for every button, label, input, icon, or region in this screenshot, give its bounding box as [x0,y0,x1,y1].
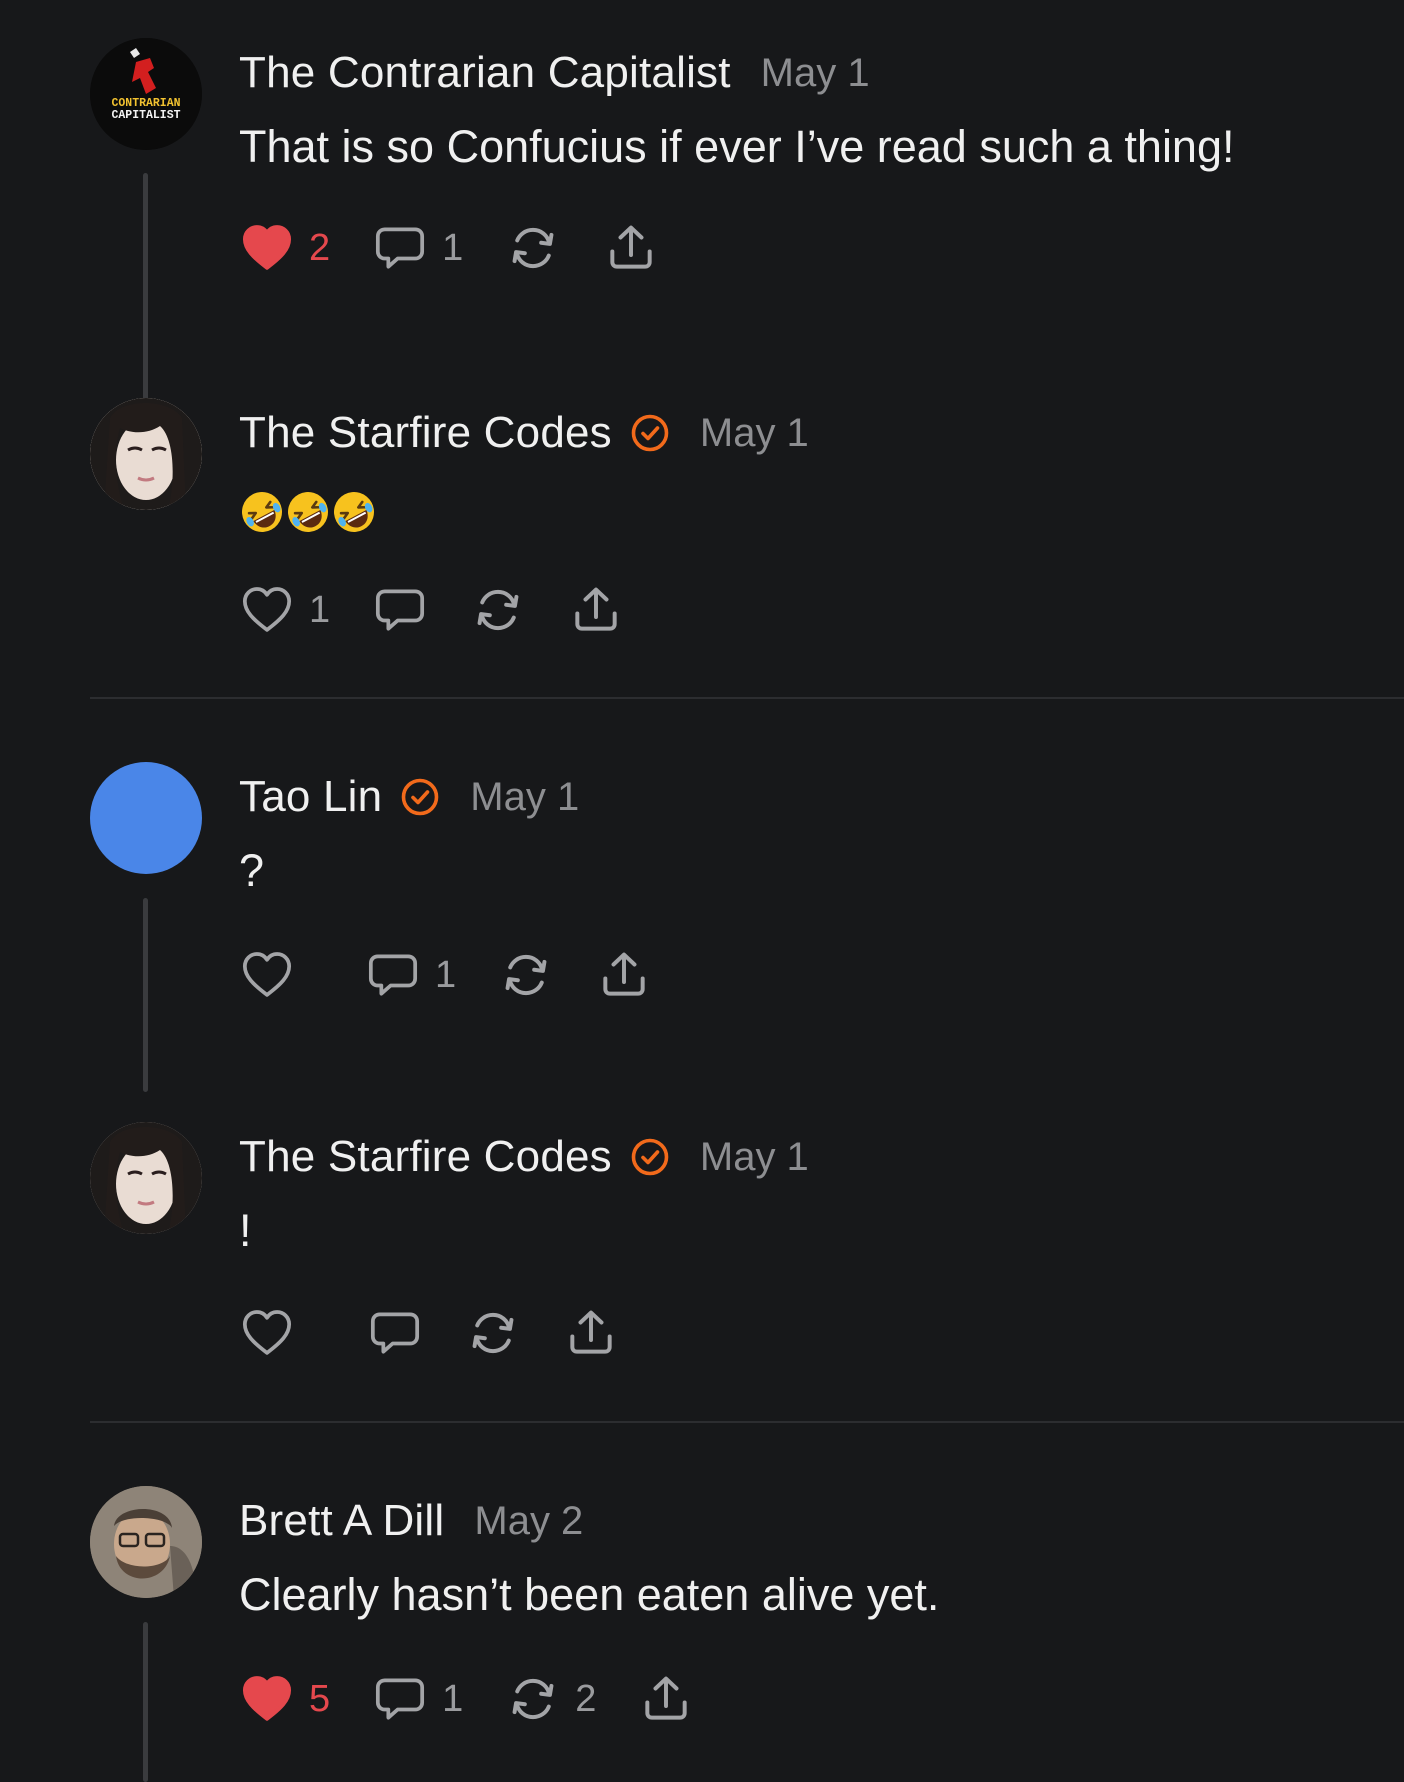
comment-button[interactable] [367,1305,423,1361]
restack-icon [505,1671,561,1727]
share-button[interactable] [603,220,659,276]
comment-icon [367,1305,423,1361]
like-button[interactable]: 1 [239,582,330,638]
avatar-image [90,1122,202,1234]
restack-button[interactable]: 2 [505,1671,596,1727]
like-button[interactable]: 2 [239,220,330,276]
thread-line [143,898,148,1092]
action-bar: 1 [239,580,666,640]
restack-button[interactable] [498,947,554,1003]
action-bar [239,1303,661,1363]
like-button[interactable] [239,947,295,1003]
post-body: That is so Confucius if ever I’ve read s… [239,121,1235,172]
rolling-on-floor-laughing-icon [331,489,377,535]
share-icon [596,947,652,1003]
restack-count: 2 [575,1677,597,1720]
svg-text:CAPITALIST: CAPITALIST [111,109,180,122]
comment-icon [372,1671,428,1727]
comment-icon [365,947,421,1003]
restack-icon [465,1305,521,1361]
like-count: 2 [309,226,331,269]
verified-check-icon [630,413,670,453]
comment-count: 1 [435,953,457,996]
restack-icon [470,582,526,638]
share-icon [563,1305,619,1361]
author-name[interactable]: The Starfire Codes [239,408,612,458]
avatar[interactable] [90,1486,202,1598]
like-button[interactable]: 5 [239,1671,330,1727]
thread-divider [90,1421,1404,1423]
avatar-image [90,398,202,510]
avatar[interactable] [90,1122,202,1234]
rolling-on-floor-laughing-icon [285,489,331,535]
post-date[interactable]: May 1 [761,51,870,96]
post-date[interactable]: May 2 [474,1499,583,1544]
avatar[interactable]: CONTRARIAN CAPITALIST [90,38,202,150]
avatar[interactable] [90,398,202,510]
action-bar: 5 1 2 [239,1669,736,1729]
avatar[interactable] [90,762,202,874]
post-body [239,478,1374,538]
post-body: ? [239,845,265,896]
heart-icon [239,1305,295,1361]
restack-icon [505,220,561,276]
comment-button[interactable] [372,582,428,638]
verified-check-icon [630,1137,670,1177]
restack-button[interactable] [470,582,526,638]
share-icon [638,1671,694,1727]
like-count: 1 [309,588,331,631]
verified-check-icon [400,777,440,817]
post-body: Clearly hasn’t been eaten alive yet. [239,1569,940,1620]
like-button[interactable] [239,1305,295,1361]
contrarian-capitalist-logo: CONTRARIAN CAPITALIST [90,38,202,150]
rolling-on-floor-laughing-icon [239,489,285,535]
comment-icon [372,220,428,276]
author-name[interactable]: The Starfire Codes [239,1132,612,1182]
restack-button[interactable] [505,220,561,276]
thread-divider [90,697,1404,699]
thread-line [143,1622,148,1782]
post-date[interactable]: May 1 [470,775,579,820]
like-count: 5 [309,1677,331,1720]
share-icon [568,582,624,638]
post-body: ! [239,1205,252,1256]
share-button[interactable] [638,1671,694,1727]
heart-icon [239,582,295,638]
thread-line [143,173,148,403]
comment-button[interactable]: 1 [372,220,463,276]
action-bar: 1 [239,945,694,1005]
comment-button[interactable]: 1 [372,1671,463,1727]
heart-filled-icon [239,220,295,276]
share-button[interactable] [596,947,652,1003]
share-icon [603,220,659,276]
restack-button[interactable] [465,1305,521,1361]
share-button[interactable] [563,1305,619,1361]
comment-count: 1 [442,226,464,269]
author-name[interactable]: Tao Lin [239,772,382,822]
comment-button[interactable]: 1 [365,947,456,1003]
post-date[interactable]: May 1 [700,1135,809,1180]
share-button[interactable] [568,582,624,638]
heart-icon [239,947,295,1003]
restack-icon [498,947,554,1003]
post-date[interactable]: May 1 [700,411,809,456]
avatar-image [90,1486,202,1598]
author-name[interactable]: The Contrarian Capitalist [239,48,731,98]
comment-icon [372,582,428,638]
author-name[interactable]: Brett A Dill [239,1496,444,1546]
heart-filled-icon [239,1671,295,1727]
action-bar: 2 1 [239,218,701,278]
comment-count: 1 [442,1677,464,1720]
